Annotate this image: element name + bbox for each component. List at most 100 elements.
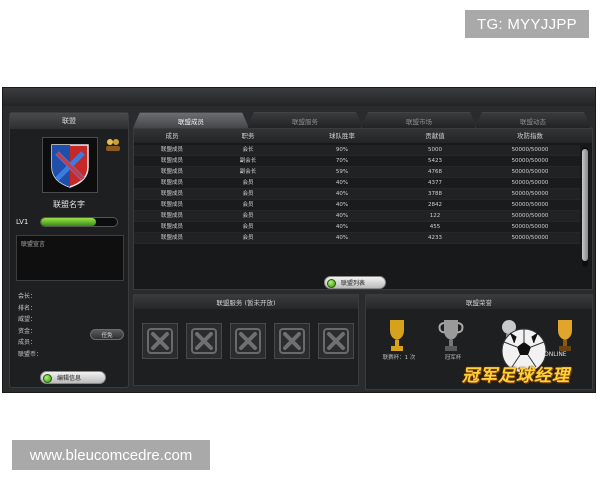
trophy-gold-cup[interactable] (384, 317, 410, 355)
cell-role: 会员 (242, 180, 254, 186)
tab-members[interactable]: 联盟成员 (133, 112, 249, 128)
scrollbar-thumb[interactable] (582, 149, 588, 261)
cell-role: 会员 (242, 191, 254, 197)
table-row[interactable]: 联盟成员 会员 40% 122 50000/50000 (134, 211, 580, 222)
cell-attack-defense: 50000/50000 (511, 169, 549, 175)
cell-contribution: 4377 (428, 180, 442, 186)
cell-attack-defense: 50000/50000 (511, 235, 549, 241)
column-header-winrate: 球队胜率 (329, 132, 355, 140)
cell-contribution: 3788 (428, 191, 442, 197)
cell-attack-defense: 50000/50000 (511, 191, 549, 197)
cell-winrate: 40% (335, 180, 349, 186)
cell-winrate: 40% (335, 191, 349, 197)
cell-attack-defense: 50000/50000 (511, 202, 549, 208)
team-icon[interactable] (104, 137, 122, 153)
watermark-website: www.bleucomcedre.com (12, 440, 210, 470)
stat-funds: 资金： (18, 327, 37, 335)
trophy-icon (438, 320, 464, 351)
cell-member: 联盟成员 (160, 158, 183, 164)
column-header-attack-defense: 攻防指数 (517, 132, 543, 140)
game-logo: 冠军足球经理 (462, 366, 570, 386)
cell-attack-defense: 50000/50000 (511, 213, 549, 219)
trophy-silver-cup[interactable] (438, 317, 464, 355)
cell-member: 联盟成员 (160, 202, 183, 208)
honors-title: 联盟荣誉 (366, 295, 592, 309)
table-row[interactable]: 联盟成员 副会长 59% 4768 50000/50000 (134, 167, 580, 178)
stat-members: 成员： (18, 339, 37, 346)
cell-member: 联盟成员 (160, 147, 183, 153)
locked-x-icon (235, 328, 261, 354)
edit-info-button[interactable]: 编辑信息 (40, 371, 106, 384)
service-slot[interactable] (186, 323, 222, 359)
service-slot[interactable] (142, 323, 178, 359)
league-services-panel: 联盟服务 (暂未开放) (133, 294, 359, 386)
table-row[interactable]: 联盟成员 副会长 70% 5423 50000/50000 (134, 156, 580, 167)
league-emblem[interactable] (42, 137, 98, 193)
league-honors-panel: 联盟荣誉 联赛杯：1 次 冠军杯 ONLINE 冠军足球经理 (365, 294, 593, 390)
table-row[interactable]: 联盟成员 会长 90% 5000 50000/50000 (134, 145, 580, 156)
level-progress-fill (41, 218, 96, 226)
cell-winrate: 70% (335, 158, 349, 164)
watermark-telegram: TG: MYYJJPP (465, 10, 589, 38)
table-row[interactable]: 联盟成员 会员 40% 4377 50000/50000 (134, 178, 580, 189)
appoint-button[interactable]: 任免 (90, 329, 124, 340)
league-declaration-box[interactable]: 联盟宣言 (16, 235, 124, 281)
tab-services[interactable]: 联盟服务 (247, 112, 363, 128)
level-progress-bar (40, 217, 118, 227)
cell-role: 副会长 (239, 158, 257, 164)
cell-role: 会员 (242, 224, 254, 230)
column-header-contribution: 贡献值 (425, 132, 445, 140)
cell-winrate: 40% (335, 202, 349, 208)
cell-winrate: 40% (335, 224, 349, 230)
game-window: 联盟 联盟名字 LV1 联盟宣言 会长： 排名： 威望： 资金： 成员： 联盟币… (2, 87, 596, 393)
tab-market[interactable]: 联盟市场 (361, 112, 477, 128)
service-slot[interactable] (318, 323, 354, 359)
table-row[interactable]: 联盟成员 会员 40% 4233 50000/50000 (134, 233, 580, 244)
table-row[interactable]: 联盟成员 会员 40% 3788 50000/50000 (134, 189, 580, 200)
trophy-gold-cup-2[interactable] (552, 317, 578, 355)
league-list-button[interactable]: 联盟列表 (324, 276, 386, 289)
cell-member: 联盟成员 (160, 191, 183, 197)
stat-president: 会长： (18, 293, 37, 300)
locked-x-icon (147, 328, 173, 354)
table-scrollbar[interactable] (582, 147, 588, 267)
tab-activity[interactable]: 联盟动态 (475, 112, 591, 128)
cell-attack-defense: 50000/50000 (511, 147, 549, 153)
shield-icon (51, 144, 89, 188)
cell-winrate: 40% (335, 235, 349, 241)
cell-role: 会员 (242, 235, 254, 241)
locked-x-icon (323, 328, 349, 354)
stat-prestige: 威望： (18, 316, 37, 323)
cell-contribution: 2842 (428, 202, 442, 208)
cell-winrate: 90% (335, 147, 349, 153)
locked-x-icon (279, 328, 305, 354)
column-header-role: 职务 (241, 132, 255, 140)
cell-role: 会员 (242, 202, 254, 208)
league-tabs: 联盟成员 联盟服务 联盟市场 联盟动态 (133, 112, 593, 128)
cell-member: 联盟成员 (160, 224, 183, 230)
services-title: 联盟服务 (暂未开放) (134, 295, 358, 309)
cell-attack-defense: 50000/50000 (511, 180, 549, 186)
cell-role: 副会长 (239, 169, 257, 175)
service-slot[interactable] (230, 323, 266, 359)
cell-member: 联盟成员 (160, 235, 183, 241)
cell-attack-defense: 50000/50000 (511, 224, 549, 230)
window-top-bar (3, 88, 595, 106)
service-slot[interactable] (274, 323, 310, 359)
cell-member: 联盟成员 (160, 169, 183, 175)
cell-winrate: 59% (335, 169, 349, 175)
league-panel-title: 联盟 (10, 113, 128, 129)
table-row[interactable]: 联盟成员 会员 40% 455 50000/50000 (134, 222, 580, 233)
league-list-label: 联盟列表 (341, 280, 366, 287)
cell-contribution: 5000 (428, 147, 442, 153)
declaration-label: 联盟宣言 (21, 241, 46, 248)
trophy-caption-league-cup: 联赛杯：1 次 (382, 355, 416, 361)
table-row[interactable]: 联盟成员 会员 40% 2842 50000/50000 (134, 200, 580, 211)
cell-contribution: 455 (429, 224, 441, 230)
cell-contribution: 4233 (428, 235, 442, 241)
trophy-caption-champions-cup: 冠军杯 (444, 355, 462, 361)
trophy-icon (390, 320, 404, 351)
cell-member: 联盟成员 (160, 180, 183, 186)
level-label: LV1 (16, 218, 29, 226)
league-stats: 会长： 排名： 威望： 资金： 成员： 联盟币： (18, 291, 98, 360)
